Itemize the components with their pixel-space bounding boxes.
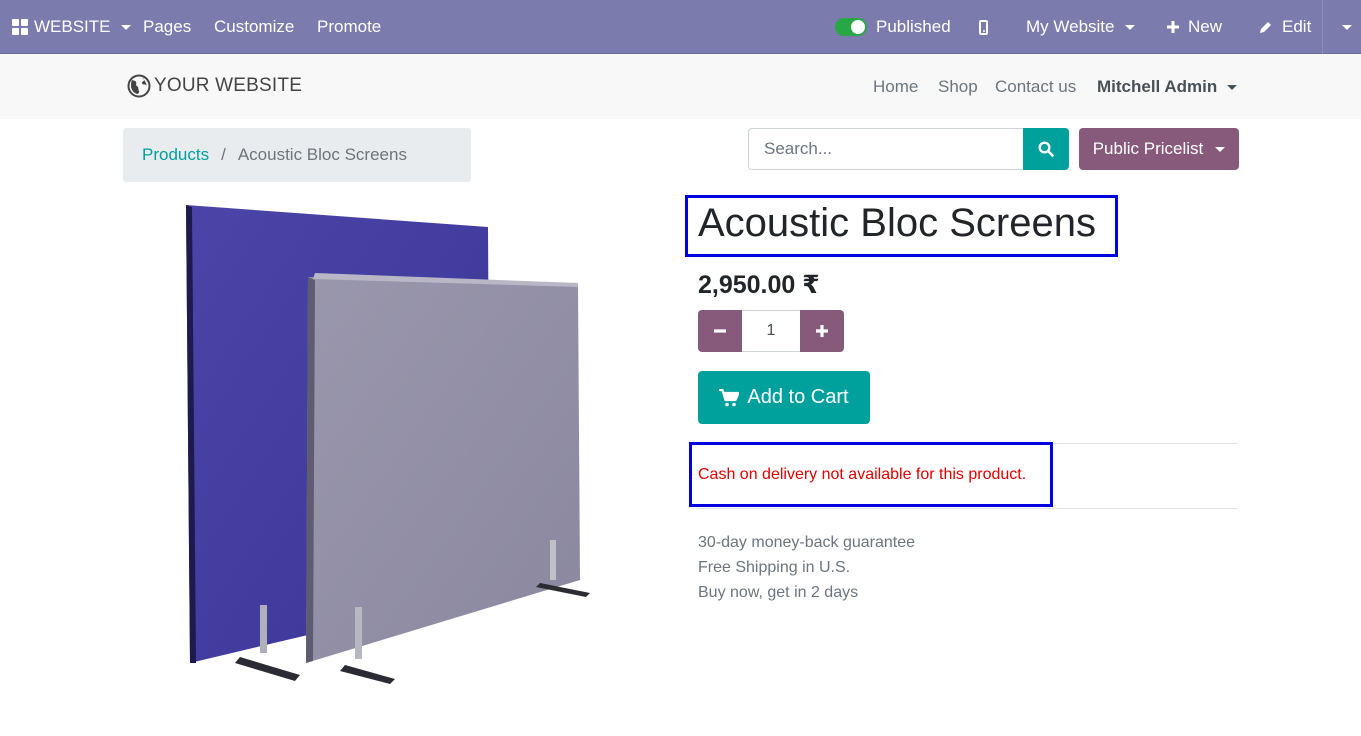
quantity-input[interactable]: 1 xyxy=(742,310,800,352)
plus-icon xyxy=(816,325,828,337)
product-title: Acoustic Bloc Screens xyxy=(698,201,1096,245)
search-input[interactable]: Search... xyxy=(748,128,1024,170)
mobile-phone-icon xyxy=(979,19,988,35)
breadcrumb: Products / Acoustic Bloc Screens xyxy=(123,128,471,182)
chevron-down-icon xyxy=(1227,84,1238,90)
breadcrumb-products-link[interactable]: Products xyxy=(142,145,209,165)
edit-dropdown-toggle[interactable] xyxy=(1338,0,1352,54)
cod-notice: Cash on delivery not available for this … xyxy=(698,466,1027,483)
product-price: 2,950.00 ₹ xyxy=(698,271,820,299)
user-name: Mitchell Admin xyxy=(1097,77,1218,96)
my-website-menu[interactable]: My Website xyxy=(1026,0,1135,54)
pricelist-dropdown[interactable]: Public Pricelist xyxy=(1079,128,1239,170)
customize-label: Customize xyxy=(214,17,295,36)
nav-contact-link[interactable]: Contact us xyxy=(995,77,1076,97)
navbar-divider xyxy=(1322,0,1323,54)
search-icon xyxy=(1038,141,1054,157)
logo-text: YOUR WEBSITE xyxy=(154,75,303,96)
promote-menu[interactable]: Promote xyxy=(317,0,381,54)
guarantee-item: Buy now, get in 2 days xyxy=(698,584,859,601)
search-placeholder: Search... xyxy=(764,139,833,158)
guarantee-item: Free Shipping in U.S. xyxy=(698,559,851,576)
pages-label: Pages xyxy=(143,17,192,36)
new-label: New xyxy=(1188,17,1223,36)
published-toggle[interactable]: Published xyxy=(835,0,951,54)
nav-shop-link[interactable]: Shop xyxy=(938,77,978,97)
shopping-cart-icon xyxy=(719,388,740,406)
app-menu-button[interactable]: WEBSITE xyxy=(12,0,131,54)
chevron-down-icon xyxy=(120,24,131,30)
pencil-icon xyxy=(1260,21,1271,33)
mobile-preview-button[interactable] xyxy=(979,0,988,54)
chevron-down-icon xyxy=(1215,146,1226,152)
add-to-cart-button[interactable]: Add to Cart xyxy=(698,371,870,424)
chevron-down-icon xyxy=(1124,24,1135,30)
product-image xyxy=(186,205,590,684)
pages-menu[interactable]: Pages xyxy=(143,0,191,54)
admin-navbar: WEBSITE Pages Customize Promote Publishe… xyxy=(0,0,1361,54)
new-button[interactable]: New xyxy=(1166,0,1222,54)
edit-label: Edit xyxy=(1282,17,1312,36)
apps-grid-icon xyxy=(12,19,28,35)
guarantee-list: 30-day money-back guarantee Free Shippin… xyxy=(698,530,915,605)
search-button[interactable] xyxy=(1023,128,1069,170)
user-menu[interactable]: Mitchell Admin xyxy=(1097,77,1238,97)
globe-icon xyxy=(127,74,151,98)
chevron-down-icon xyxy=(1342,24,1352,30)
add-to-cart-label: Add to Cart xyxy=(747,386,849,408)
quantity-increase-button[interactable] xyxy=(800,310,844,352)
app-menu-label: WEBSITE xyxy=(34,17,111,36)
site-logo[interactable]: YOUR WEBSITE xyxy=(127,74,302,98)
minus-icon xyxy=(714,329,726,333)
guarantee-item: 30-day money-back guarantee xyxy=(698,534,916,551)
breadcrumb-separator: / xyxy=(221,145,226,164)
promote-label: Promote xyxy=(317,17,382,36)
nav-home-link[interactable]: Home xyxy=(873,77,918,97)
edit-button[interactable]: Edit xyxy=(1258,0,1311,54)
quantity-decrease-button[interactable] xyxy=(698,310,742,352)
divider xyxy=(698,508,1238,509)
my-website-label: My Website xyxy=(1026,17,1115,36)
plus-icon xyxy=(1167,21,1179,33)
customize-menu[interactable]: Customize xyxy=(214,0,294,54)
pricelist-label: Public Pricelist xyxy=(1092,139,1204,158)
published-label: Published xyxy=(876,17,951,36)
toggle-switch-icon xyxy=(835,18,867,36)
breadcrumb-current: Acoustic Bloc Screens xyxy=(237,145,407,164)
